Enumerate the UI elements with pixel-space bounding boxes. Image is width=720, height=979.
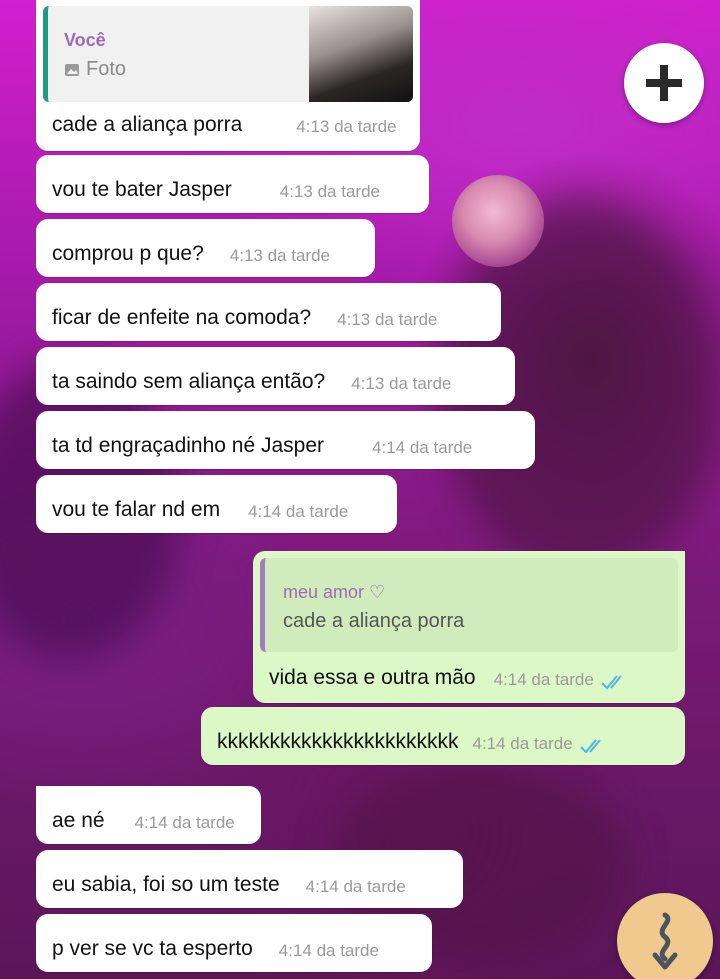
message-time: 4:14 da tarde (134, 813, 235, 832)
message-time: 4:13 da tarde (296, 117, 397, 136)
message-bubble[interactable]: ta saindo sem aliança então? 4:13 da tar… (36, 347, 515, 405)
message-text: vida essa e outra mão (269, 666, 476, 689)
message-bubble[interactable]: ficar de enfeite na comoda? 4:13 da tard… (36, 283, 501, 341)
message-time: 4:14 da tarde (248, 502, 349, 521)
arrow-down-icon (652, 912, 678, 970)
quoted-photo[interactable]: Você Foto (43, 6, 413, 102)
message-time: 4:13 da tarde (337, 310, 438, 329)
message-bubble[interactable]: vou te falar nd em 4:14 da tarde (36, 475, 397, 533)
message-time: 4:13 da tarde (351, 374, 452, 393)
photo-icon (65, 63, 79, 76)
message-time: 4:14 da tarde (278, 941, 379, 960)
message-text: comprou p que? (52, 242, 204, 265)
plus-icon (646, 65, 682, 101)
quote-type-label: Foto (86, 58, 127, 80)
message-bubble[interactable]: ae né 4:14 da tarde (36, 786, 261, 844)
message-text: ta td engraçadinho né Jasper (52, 434, 325, 457)
quote-author: meu amor ♡ (283, 582, 386, 602)
quote-type: Foto (64, 58, 126, 81)
message-bubble[interactable]: comprou p que? 4:13 da tarde (36, 219, 375, 277)
message-bubble[interactable]: eu sabia, foi so um teste 4:14 da tarde (36, 850, 463, 908)
message-text: vou te falar nd em (52, 498, 221, 521)
message-text: ae né (52, 809, 105, 832)
quote-author: Você (64, 30, 106, 50)
double-check-icon (600, 673, 630, 691)
message-text: eu sabia, foi so um teste (52, 873, 280, 896)
message-text: ta saindo sem aliança então? (52, 370, 326, 393)
message-text: cade a aliança porra (52, 113, 243, 136)
double-check-icon (579, 737, 609, 755)
quoted-message[interactable]: meu amor ♡ cade a aliança porra (260, 558, 678, 652)
new-chat-button[interactable] (624, 43, 704, 123)
outgoing-message-with-reply[interactable]: meu amor ♡ cade a aliança porra vida ess… (253, 551, 685, 703)
photo-thumbnail[interactable] (309, 6, 413, 102)
message-time: 4:14 da tarde (372, 438, 473, 457)
sticker-avatar (452, 175, 544, 267)
quote-text: cade a aliança porra (283, 610, 465, 632)
message-text: kkkkkkkkkkkkkkkkkkkkkkk (217, 730, 459, 753)
message-with-reply[interactable]: Você Foto cade a aliança porra 4:13 da t… (36, 0, 420, 151)
message-text: vou te bater Jasper (52, 178, 232, 201)
outgoing-message[interactable]: kkkkkkkkkkkkkkkkkkkkkkk 4:14 da tarde (201, 707, 685, 765)
message-bubble[interactable]: ta td engraçadinho né Jasper 4:14 da tar… (36, 411, 535, 469)
message-text: ficar de enfeite na comoda? (52, 306, 312, 329)
message-time: 4:14 da tarde (472, 734, 573, 753)
message-bubble[interactable]: p ver se vc ta esperto 4:14 da tarde (36, 914, 432, 972)
message-time: 4:14 da tarde (305, 877, 406, 896)
message-time: 4:13 da tarde (229, 246, 330, 265)
message-time: 4:14 da tarde (493, 670, 594, 689)
message-time: 4:13 da tarde (279, 182, 380, 201)
scroll-down-button[interactable] (617, 893, 713, 979)
message-text: p ver se vc ta esperto (52, 937, 253, 960)
message-bubble[interactable]: vou te bater Jasper 4:13 da tarde (36, 155, 429, 213)
